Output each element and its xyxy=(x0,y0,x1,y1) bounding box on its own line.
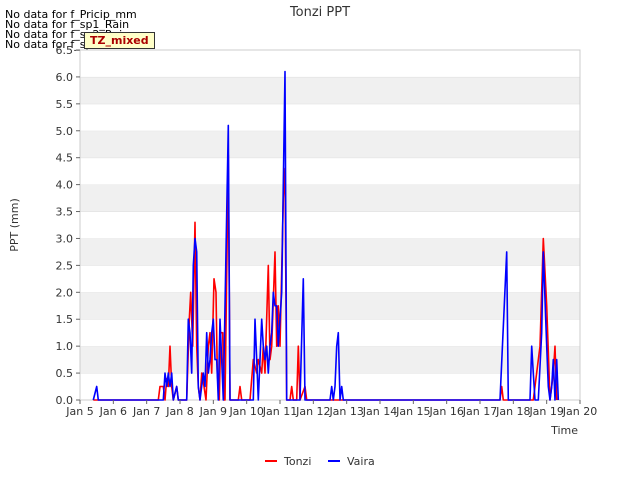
grid-band xyxy=(80,76,580,104)
y-tick-label: 0.0 xyxy=(56,394,74,407)
x-tick-label: Jan 14 xyxy=(362,405,397,418)
x-tick-label: Jan 12 xyxy=(295,405,330,418)
grid-band xyxy=(80,346,580,374)
x-tick-label: Jan 7 xyxy=(132,405,160,418)
y-axis-label: PPT (mm) xyxy=(8,198,21,252)
x-tick-label: Jan 16 xyxy=(428,405,463,418)
ppt-chart: Jan 5 Jan 6 Jan 7 Jan 8 Jan 9 Jan 10Jan 11Jan… xyxy=(8,5,597,468)
y-tick-label: 4.5 xyxy=(56,152,74,165)
x-tick-label: Jan 20 xyxy=(562,405,597,418)
grid-band xyxy=(80,211,580,239)
y-tick-label: 3.0 xyxy=(56,232,74,245)
y-tick-label: 5.0 xyxy=(56,125,74,138)
grid-band xyxy=(80,319,580,347)
chart-title: Tonzi PPT xyxy=(289,5,350,20)
legend-label-vaira: Vaira xyxy=(347,455,375,468)
site-badge: TZ_mixed xyxy=(84,32,155,49)
grid-band xyxy=(80,130,580,158)
grid-band xyxy=(80,50,580,77)
y-tick-label: 2.5 xyxy=(56,259,74,272)
x-axis: Jan 5 Jan 6 Jan 7 Jan 8 Jan 9 Jan 10Jan 11Jan… xyxy=(65,400,597,418)
legend: Tonzi Vaira xyxy=(265,455,375,468)
x-tick-label: Jan 8 xyxy=(165,405,193,418)
x-tick-label: Jan 15 xyxy=(395,405,430,418)
grid-band xyxy=(80,103,580,131)
grid-band xyxy=(80,157,580,185)
x-tick-label: Jan 11 xyxy=(262,405,297,418)
x-tick-label: Jan 10 xyxy=(228,405,263,418)
y-tick-label: 4.0 xyxy=(56,179,74,192)
y-tick-label: 3.5 xyxy=(56,206,74,219)
x-tick-label: Jan 9 xyxy=(199,405,227,418)
x-tick-label: Jan 13 xyxy=(328,405,363,418)
y-tick-label: 1.0 xyxy=(56,340,74,353)
y-tick-label: 5.5 xyxy=(56,98,74,111)
y-tick-label: 0.5 xyxy=(56,367,74,380)
x-tick-label: Jan 19 xyxy=(528,405,563,418)
y-axis: 0.0 0.5 1.0 1.5 2.0 2.5 3.0 3.5 4.0 4.5 5.0 5.5 6.0 6… xyxy=(56,44,80,407)
y-tick-label: 2.0 xyxy=(56,286,74,299)
x-tick-label: Jan 6 xyxy=(99,405,127,418)
plot-background xyxy=(80,49,580,400)
x-tick-label: Jan 17 xyxy=(462,405,497,418)
y-tick-label: 1.5 xyxy=(56,313,74,326)
y-tick-label: 6.5 xyxy=(56,44,74,57)
legend-label-tonzi: Tonzi xyxy=(283,455,311,468)
y-tick-label: 6.0 xyxy=(56,71,74,84)
x-tick-label: Jan 18 xyxy=(495,405,530,418)
x-axis-label: Time xyxy=(550,424,578,437)
grid-band xyxy=(80,238,580,266)
grid-band xyxy=(80,184,580,212)
